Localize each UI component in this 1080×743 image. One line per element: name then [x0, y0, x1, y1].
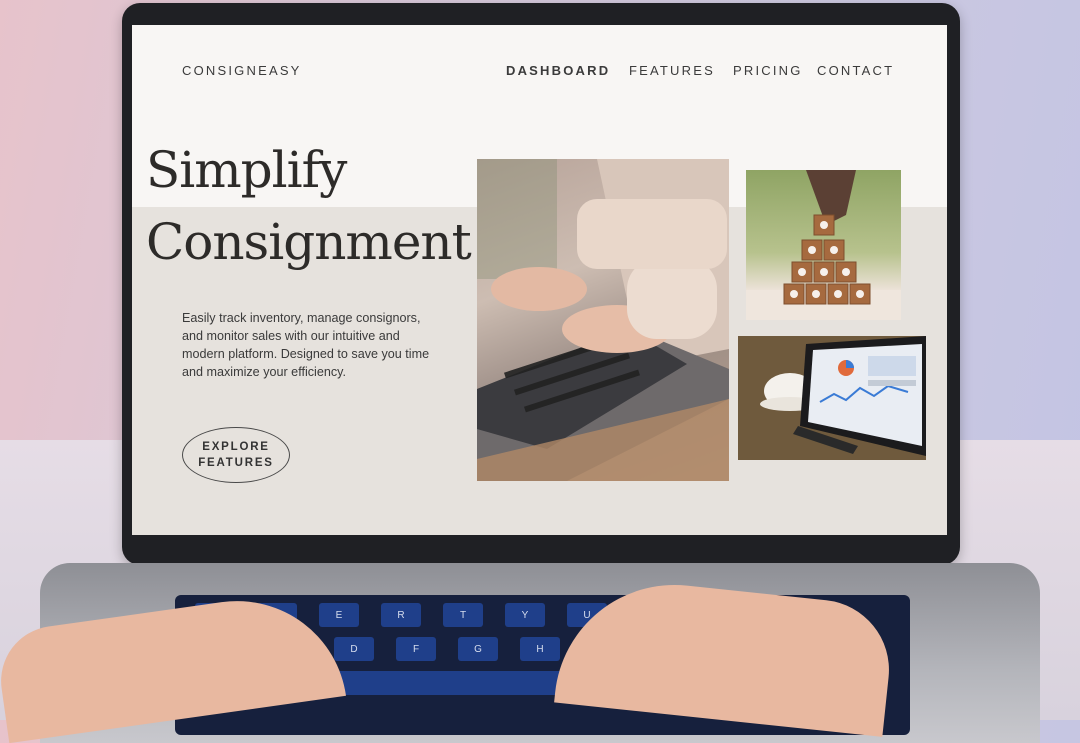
nav-features[interactable]: FEATURES [629, 63, 715, 78]
description-line: Easily track inventory, manage consignor… [182, 311, 421, 325]
ecommerce-blocks-photo [746, 170, 901, 320]
description-line: and monitor sales with our intuitive and [182, 329, 400, 343]
key-f[interactable]: F [396, 637, 436, 661]
key-r[interactable]: R [381, 603, 421, 627]
key-g[interactable]: G [458, 637, 498, 661]
key-d[interactable]: D [334, 637, 374, 661]
explore-features-button[interactable]: EXPLORE FEATURES [182, 427, 290, 483]
description-line: and maximize your efficiency. [182, 365, 347, 379]
analytics-tablet-photo [738, 336, 926, 460]
hero-description: Easily track inventory, manage consignor… [182, 309, 462, 381]
key-y[interactable]: Y [505, 603, 545, 627]
typing-laptop-photo [477, 159, 729, 481]
cta-line2: FEATURES [198, 457, 274, 469]
description-line: modern platform. Designed to save you ti… [182, 347, 430, 361]
laptop-lid: CONSIGNEASY DASHBOARD FEATURES PRICING C… [122, 3, 960, 565]
key-e[interactable]: E [319, 603, 359, 627]
laptop-screen: CONSIGNEASY DASHBOARD FEATURES PRICING C… [132, 25, 947, 535]
nav-dashboard[interactable]: DASHBOARD [506, 63, 610, 78]
key-t[interactable]: T [443, 603, 483, 627]
hero-title-line2: Consignment [146, 213, 472, 271]
cta-line1: EXPLORE [202, 441, 270, 453]
brand-logo[interactable]: CONSIGNEASY [182, 63, 302, 78]
key-h[interactable]: H [520, 637, 560, 661]
nav-pricing[interactable]: PRICING [733, 63, 803, 78]
hero-title-line1: Simplify [146, 141, 347, 199]
nav-contact[interactable]: CONTACT [817, 63, 894, 78]
